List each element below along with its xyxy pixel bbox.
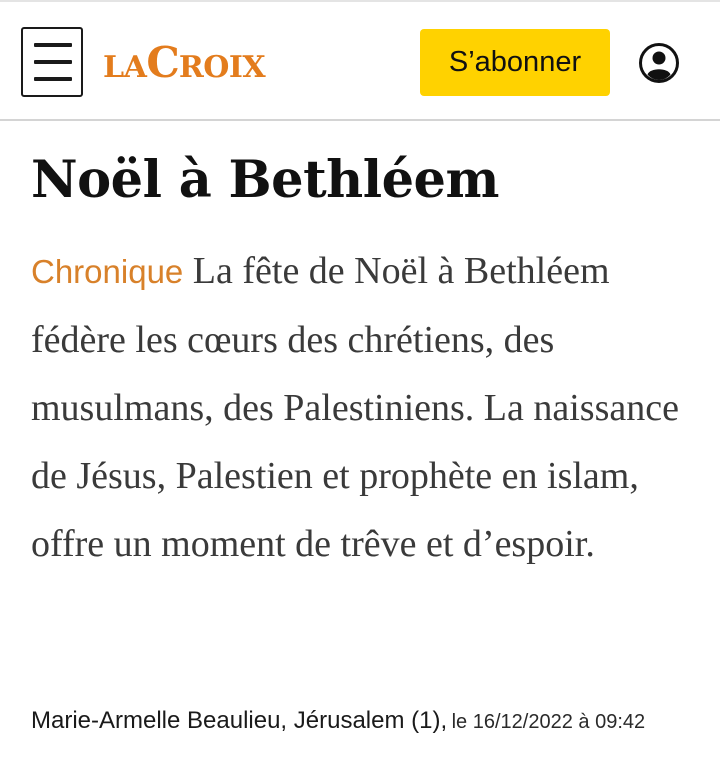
byline: Marie-Armelle Beaulieu, Jérusalem (1), l…	[31, 700, 696, 745]
article: Noël à Bethléem Chronique La fête de Noë…	[31, 150, 696, 578]
site-logo[interactable]: LA C ROIX	[103, 38, 266, 87]
rubric-label[interactable]: Chronique	[31, 253, 183, 290]
site-header: LA C ROIX S’abonner	[0, 0, 720, 121]
article-title: Noël à Bethléem	[31, 150, 499, 210]
lede-text: La fête de Noël à Bethléem fédère les cœ…	[31, 250, 679, 566]
user-circle-icon[interactable]	[638, 42, 680, 84]
logo-part: LA	[103, 50, 147, 85]
hamburger-icon	[34, 43, 72, 47]
logo-part: C	[146, 38, 179, 87]
menu-button[interactable]	[21, 27, 83, 97]
logo-part: ROIX	[178, 50, 266, 85]
author-name[interactable]: Marie-Armelle Beaulieu, Jérusalem (1),	[31, 707, 447, 734]
hamburger-icon-bar	[34, 77, 72, 81]
hamburger-icon-bar	[34, 60, 72, 64]
subscribe-button[interactable]: S’abonner	[420, 29, 610, 96]
article-lede: Chronique La fête de Noël à Bethléem féd…	[31, 237, 696, 578]
publish-date: le 16/12/2022 à 09:42	[451, 711, 646, 733]
